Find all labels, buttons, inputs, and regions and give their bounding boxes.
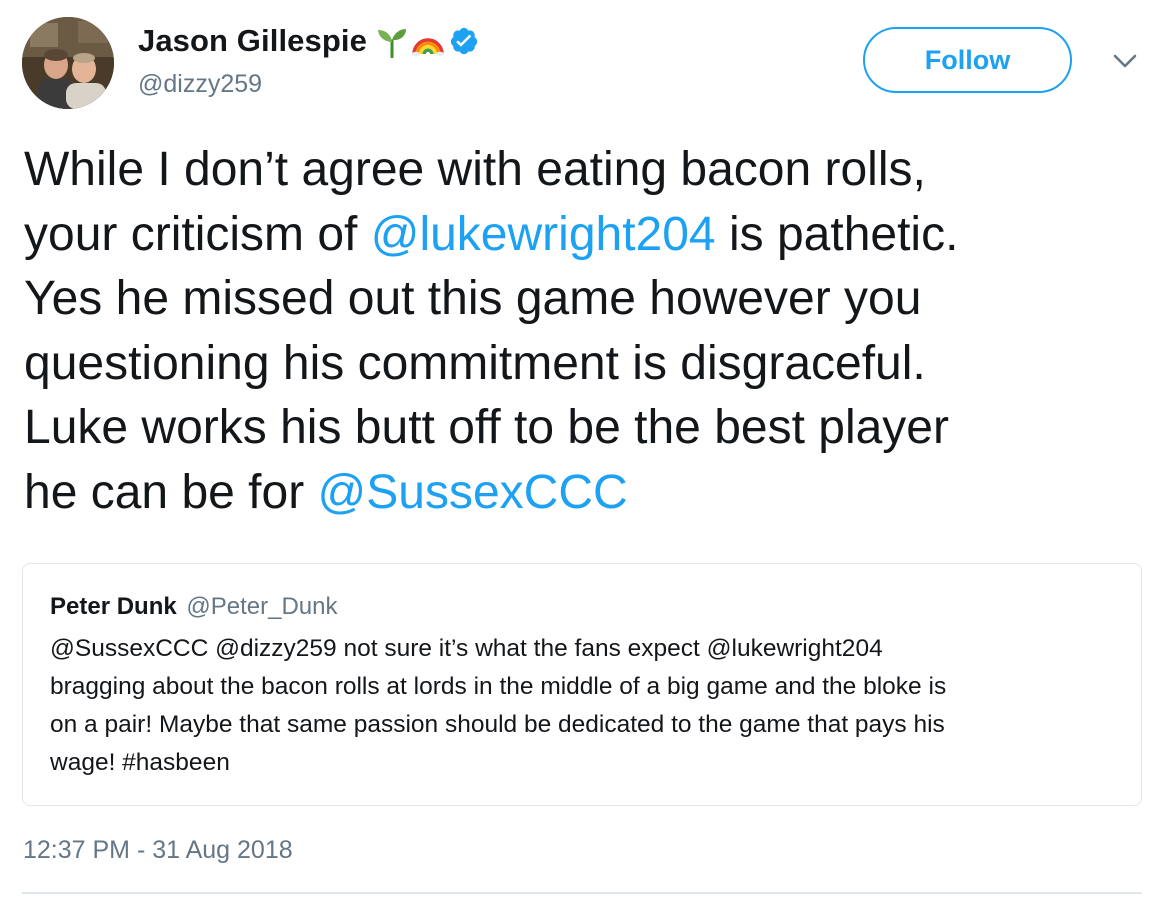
tweet-line: your criticism of [24,207,371,261]
quoted-author-name: Peter Dunk [50,593,177,620]
quoted-tweet-line: bragging about the bacon rolls at lords … [50,673,947,700]
avatar[interactable] [22,17,114,109]
quoted-tweet-line: @SussexCCC @dizzy259 not sure it’s what … [50,635,883,662]
author-display-name[interactable]: Jason Gillespie [138,23,367,59]
tweet-line: Yes he missed out this game however you [24,272,922,325]
rainbow-icon [411,24,445,58]
tweet-line: While I don’t agree with eating bacon ro… [24,143,926,196]
tweet-line: Luke works his butt off to be the best p… [24,401,949,454]
quoted-tweet-line: on a pair! Maybe that same passion shoul… [50,711,945,738]
seedling-icon [375,24,409,59]
mention-link[interactable]: @lukewright204 [371,208,716,261]
tweet-line: is pathetic. [715,207,959,261]
quoted-tweet-card[interactable]: Peter Dunk @Peter_Dunk @SussexCCC @dizzy… [22,563,1142,806]
chevron-down-icon[interactable] [1110,50,1140,72]
author-name-row: Jason Gillespie [138,20,479,62]
quoted-tweet-line: wage! #hasbeen [50,749,230,776]
tweet-text: While I don’t agree with eating bacon ro… [24,138,1144,525]
follow-button[interactable]: Follow [863,27,1072,93]
author-handle[interactable]: @dizzy259 [138,70,262,99]
verified-badge-icon [449,26,479,56]
mention-link[interactable]: @SussexCCC [318,466,628,519]
tweet-line: questioning his commitment is disgracefu… [24,336,926,390]
divider [22,892,1142,894]
tweet-line: he can be for [24,465,318,519]
quoted-tweet-header: Peter Dunk @Peter_Dunk [50,593,337,621]
quoted-author-handle: @Peter_Dunk [186,593,338,620]
quoted-tweet-text: @SussexCCC @dizzy259 not sure it’s what … [50,630,1120,782]
tweet-timestamp[interactable]: 12:37 PM - 31 Aug 2018 [23,836,293,865]
